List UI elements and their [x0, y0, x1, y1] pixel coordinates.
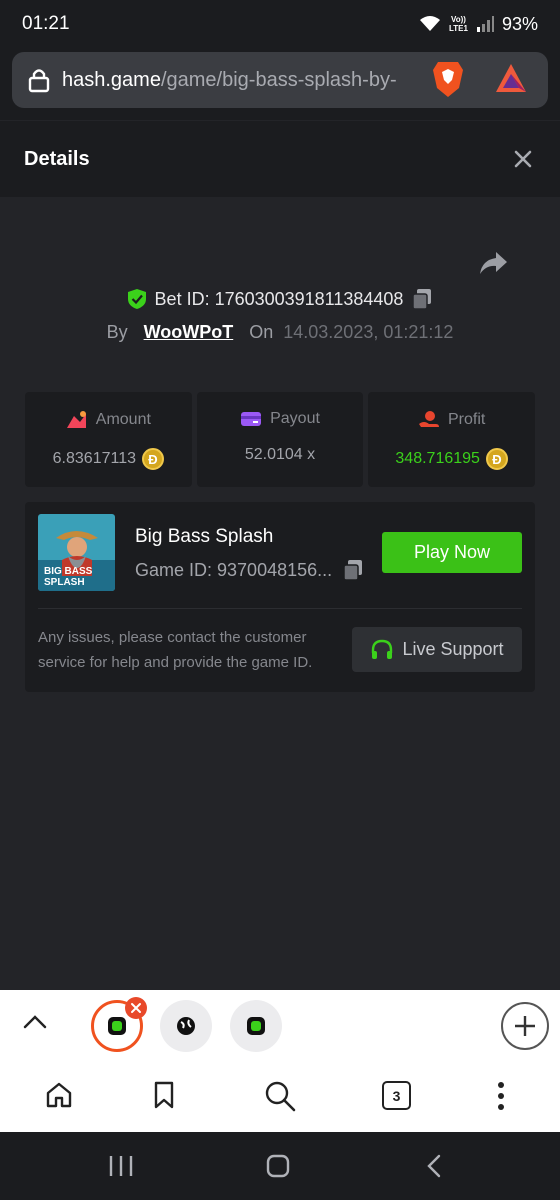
verified-shield-icon	[127, 289, 146, 309]
by-label: By	[106, 322, 128, 342]
more-options-icon[interactable]	[491, 1080, 511, 1112]
live-support-button[interactable]: Live Support	[352, 627, 522, 672]
amount-card: Amount 6.83617113 Ð	[25, 392, 192, 487]
status-time: 01:21	[22, 13, 70, 34]
copy-icon[interactable]	[411, 288, 433, 310]
copy-icon[interactable]	[342, 559, 364, 581]
status-bar: 01:21 Vo)) LTE1 93%	[0, 0, 560, 48]
game-card: BIG BASS SPLASH Big Bass Splash Game ID:…	[25, 502, 535, 692]
lock-icon	[28, 69, 50, 93]
game-id: Game ID: 9370048156...	[135, 559, 333, 580]
status-icons: Vo)) LTE1 93%	[419, 14, 538, 35]
chevron-up-icon[interactable]	[22, 1012, 48, 1032]
profit-label: Profit	[448, 411, 486, 428]
payout-card: Payout 52.0104 x	[196, 392, 364, 487]
brave-shield-icon[interactable]	[432, 60, 464, 98]
lte-label: LTE1	[449, 24, 468, 33]
system-back-icon[interactable]	[424, 1153, 444, 1179]
bet-id: Bet ID: 1760300391811384408	[154, 288, 404, 309]
tab-count-button[interactable]: 3	[382, 1081, 411, 1110]
plus-icon	[515, 1016, 535, 1036]
bet-author-row: By WooWPoT On 14.03.2023, 01:21:12	[0, 322, 560, 343]
wifi-icon	[420, 16, 440, 31]
share-icon[interactable]	[478, 250, 508, 276]
search-icon[interactable]	[264, 1080, 296, 1112]
tab-close-icon[interactable]	[125, 997, 147, 1019]
game-name: Big Bass Splash	[135, 526, 274, 547]
amount-value: 6.83617113	[52, 450, 136, 467]
help-text: Any issues, please contact the customer …	[38, 629, 313, 671]
close-icon[interactable]	[510, 146, 536, 172]
volte-label: Vo))	[451, 15, 466, 24]
url-path: /game/big-bass-splash-by-	[160, 68, 397, 91]
url-text[interactable]: hash.game/game/big-bass-splash-by-	[62, 69, 414, 92]
home-icon[interactable]	[44, 1080, 74, 1110]
bet-date: 14.03.2023, 01:21:12	[283, 322, 454, 342]
dogecoin-icon: Ð	[485, 448, 508, 470]
game-id-row: Game ID: 9370048156...	[135, 559, 364, 581]
user-link[interactable]: WooWPoT	[144, 322, 234, 343]
payout-value: 52.0104 x	[244, 446, 316, 463]
on-label: On	[249, 322, 274, 342]
system-navigation-bar	[0, 1132, 560, 1200]
thumb-text-2: SPLASH	[44, 577, 85, 588]
game-thumbnail[interactable]: BIG BASS SPLASH	[38, 514, 115, 591]
tab-hash-game[interactable]	[230, 1000, 282, 1052]
add-tab-button[interactable]	[501, 1002, 549, 1050]
live-support-label: Live Support	[402, 639, 504, 659]
url-domain: hash.game	[62, 68, 161, 91]
details-title: Details	[24, 147, 90, 170]
card-divider	[38, 608, 522, 609]
profit-icon	[419, 411, 439, 427]
globe-icon	[177, 1017, 195, 1035]
browser-toolbar: hash.game/game/big-bass-splash-by-	[0, 48, 560, 120]
amount-icon	[66, 411, 86, 428]
bet-stats: Amount 6.83617113 Ð Payout 52.0104 x Pro…	[25, 392, 536, 487]
system-home-icon[interactable]	[265, 1153, 291, 1179]
thumb-text-1: BIG BASS	[44, 566, 93, 577]
tab-strip	[0, 990, 560, 1062]
details-header: Details	[0, 121, 560, 197]
play-now-button[interactable]: Play Now	[382, 532, 522, 573]
bookmark-icon[interactable]	[151, 1080, 177, 1110]
profit-value: 348.716195	[395, 450, 480, 467]
payout-label: Payout	[270, 410, 320, 427]
bat-rewards-icon[interactable]	[494, 62, 528, 94]
signal-icon	[476, 16, 494, 32]
dogecoin-icon: Ð	[142, 448, 164, 470]
hash-game-icon	[108, 1017, 126, 1035]
profit-card: Profit 348.716195 Ð	[368, 392, 536, 487]
recent-apps-icon[interactable]	[108, 1154, 134, 1178]
battery-level: 93%	[501, 13, 538, 34]
browser-bottom-nav	[0, 1062, 560, 1132]
amount-label: Amount	[95, 411, 151, 428]
hash-game-icon	[247, 1017, 265, 1035]
bet-id-row: Bet ID: 1760300391811384408	[0, 288, 560, 310]
payout-icon	[241, 412, 262, 426]
tab-globe[interactable]	[160, 1000, 212, 1052]
address-bar[interactable]: hash.game/game/big-bass-splash-by-	[12, 52, 548, 108]
headset-icon	[372, 639, 393, 659]
network-indicator: Vo)) LTE1	[449, 15, 468, 33]
